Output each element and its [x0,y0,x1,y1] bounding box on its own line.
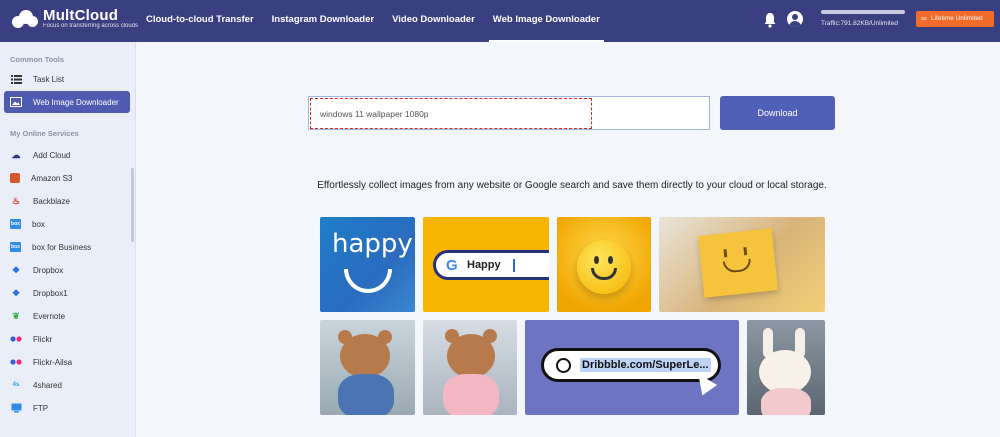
sidebar-item-backblaze[interactable]: ♨ Backblaze [4,190,130,212]
globe-icon [556,358,571,373]
ftp-icon [10,402,22,414]
sample-image-google-search[interactable]: G Happy [423,217,549,312]
sidebar-item-label: Backblaze [33,196,70,206]
google-query-text: Happy [467,259,501,271]
bear-ear [445,329,459,343]
dropbox-icon: ❖ [11,287,21,298]
user-avatar-icon[interactable] [787,11,803,27]
sidebar-item-label: 4shared [33,380,62,390]
page-tagline: Effortlessly collect images from any web… [317,180,827,191]
sidebar-item-label: Flickr [33,334,53,344]
box-icon: box [10,219,21,229]
sidebar-item-evernote[interactable]: ❦ Evernote [4,305,130,327]
cloud-logo-icon [12,8,38,28]
lifetime-unlimited-button[interactable]: ∞ Lifetime Unlimited [916,11,994,27]
sidebar-item-label: Evernote [33,311,66,321]
sidebar-item-label: Web Image Downloader [33,97,119,107]
common-tools-title: Common Tools [10,55,65,64]
search-input[interactable] [310,98,592,129]
add-cloud-icon: ☁ [11,149,21,160]
sidebar-item-flickr-ailsa[interactable]: Flickr-Ailsa [4,351,130,373]
infinity-icon: ∞ [921,14,927,23]
sidebar-item-label: Dropbox [33,265,64,275]
my-online-services-title: My Online Services [10,129,79,138]
eye [594,256,599,264]
image-icon [10,96,22,108]
sidebar-item-4shared[interactable]: 4s 4shared [4,374,130,396]
nav-cloud-to-cloud-transfer[interactable]: Cloud-to-cloud Transfer [146,0,254,42]
sidebar-item-dropbox[interactable]: ❖ Dropbox [4,259,130,281]
brand-tagline: Focus on transferring across clouds [43,23,139,29]
download-button[interactable]: Download [720,96,835,130]
sidebar-item-label: Task List [33,74,65,84]
bear-outfit [338,374,394,415]
sidebar-item-label: Add Cloud [33,150,71,160]
nav-web-image-downloader[interactable]: Web Image Downloader [488,0,604,42]
sidebar-item-label: box [32,219,45,229]
sample-image-bear-blue[interactable] [320,320,415,415]
flickr-icon [10,333,22,345]
traffic-text: Traffic:791.82KB/Unlimited [821,20,898,27]
sidebar-item-web-image-downloader[interactable]: Web Image Downloader [4,91,130,113]
main-nav: Cloud-to-cloud Transfer Instagram Downlo… [146,0,618,42]
bear-ear [338,330,352,344]
bunny-outfit [761,388,811,415]
sidebar-item-box-for-business[interactable]: box box for Business [4,236,130,258]
smile-shape [344,269,392,293]
sidebar-item-flickr[interactable]: Flickr [4,328,130,350]
nav-video-downloader[interactable]: Video Downloader [392,0,475,42]
google-search-bar: G Happy [433,250,549,280]
4shared-icon: 4s [12,382,20,388]
happy-text: happy [332,229,413,259]
evernote-icon: ❦ [12,310,20,321]
backblaze-icon: ♨ [11,195,21,206]
sidebar: Common Tools Task List Web Image Downloa… [0,42,136,437]
bear-outfit [443,374,499,415]
smiley-face [577,240,631,294]
sample-image-bear-pink[interactable] [423,320,517,415]
sidebar-item-add-cloud[interactable]: ☁ Add Cloud [4,144,130,166]
nav-instagram-downloader[interactable]: Instagram Downloader [272,0,374,42]
sidebar-item-ftp[interactable]: FTP [4,397,130,419]
top-navigation-bar: MultCloud Focus on transferring across c… [0,0,1000,42]
sample-image-smiley-paper[interactable] [659,217,825,312]
traffic-meter: Traffic:791.82KB/Unlimited [821,10,905,27]
url-text: Dribbble.com/SuperLe... [580,358,711,372]
sidebar-item-label: box for Business [32,242,92,252]
dropbox-icon: ❖ [11,264,21,275]
sidebar-item-label: FTP [33,403,49,413]
sidebar-item-label: Dropbox1 [33,288,68,298]
sidebar-item-dropbox1[interactable]: ❖ Dropbox1 [4,282,130,304]
traffic-progress-bar [821,10,905,14]
multcloud-logo[interactable]: MultCloud Focus on transferring across c… [12,7,138,29]
text-caret [513,259,515,272]
flickr-icon [10,356,22,368]
brand-name: MultCloud [43,7,119,24]
sidebar-item-label: Flickr-Ailsa [33,357,73,367]
eye [608,256,613,264]
sidebar-item-box[interactable]: box box [4,213,130,235]
notification-bell-icon[interactable] [763,12,777,28]
bear-ear [483,329,497,343]
list-icon [10,73,22,85]
upgrade-label: Lifetime Unlimited [931,15,983,22]
paper-card [697,228,779,298]
sample-image-happy[interactable]: happy [320,217,415,312]
mouth [591,268,617,280]
box-business-icon: box [10,242,21,252]
bear-ear [378,330,392,344]
sample-image-bunny[interactable] [747,320,825,415]
sample-image-smiley-ball[interactable] [557,217,651,312]
sidebar-item-task-list[interactable]: Task List [4,68,130,90]
sample-image-url-bar[interactable]: Dribbble.com/SuperLe... [525,320,739,415]
google-g-icon: G [446,257,458,274]
